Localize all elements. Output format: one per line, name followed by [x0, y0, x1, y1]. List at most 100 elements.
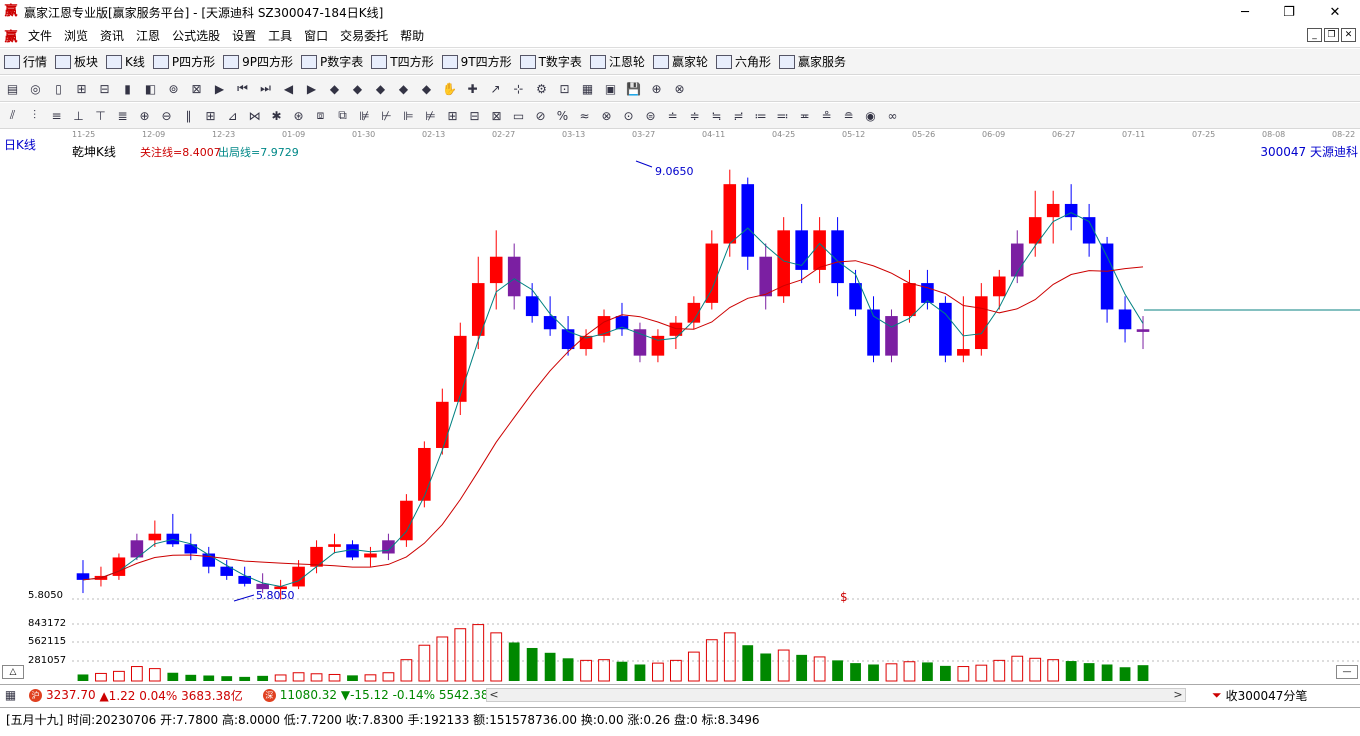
first-icon[interactable]: ⏮ — [234, 80, 251, 97]
collapse-up-button[interactable]: △ — [2, 665, 24, 679]
menu-trade[interactable]: 交易委托 — [334, 27, 394, 44]
menu-window[interactable]: 窗口 — [298, 27, 334, 44]
play-icon[interactable]: ▶ — [211, 80, 228, 97]
hand-icon[interactable]: ✋ — [441, 80, 458, 97]
bar-icon[interactable]: ▮ — [119, 80, 136, 97]
draw-tool-40-icon[interactable]: ∞ — [884, 107, 901, 124]
toolbar-p9-button[interactable]: 9P四方形 — [223, 53, 293, 70]
save-icon[interactable]: 💾 — [625, 80, 642, 97]
draw-tool-26-icon[interactable]: ≈ — [576, 107, 593, 124]
draw-tool-18-icon[interactable]: ⊫ — [400, 107, 417, 124]
draw-tool-37-icon[interactable]: ≗ — [818, 107, 835, 124]
grid2-icon[interactable]: ⊟ — [96, 80, 113, 97]
toolbar-pn-button[interactable]: P数字表 — [301, 53, 363, 70]
doc-icon[interactable]: ▯ — [50, 80, 67, 97]
draw-tool-31-icon[interactable]: ≑ — [686, 107, 703, 124]
diamond-icon[interactable]: ◆ — [326, 80, 343, 97]
toolbar-table-button[interactable]: 行情 — [4, 53, 47, 70]
collect-ticks[interactable]: ⏷ 收300047分笔 — [1212, 687, 1307, 704]
prev-icon[interactable]: ◀ — [280, 80, 297, 97]
draw-tool-10-icon[interactable]: ⊿ — [224, 107, 241, 124]
calendar-icon[interactable]: ⊡ — [556, 80, 573, 97]
draw-tool-12-icon[interactable]: ✱ — [268, 107, 285, 124]
draw-tool-36-icon[interactable]: ≖ — [796, 107, 813, 124]
draw-tool-13-icon[interactable]: ⊛ — [290, 107, 307, 124]
menu-settings[interactable]: 设置 — [226, 27, 262, 44]
draw-tool-35-icon[interactable]: ≕ — [774, 107, 791, 124]
toolbar-gann-wheel-button[interactable]: 江恩轮 — [589, 53, 645, 70]
draw-tool-21-icon[interactable]: ⊟ — [466, 107, 483, 124]
draw-tool-11-icon[interactable]: ⋈ — [246, 107, 263, 124]
crosshair-icon[interactable]: ✚ — [464, 80, 481, 97]
restore-button[interactable]: ❐ — [1266, 0, 1312, 24]
toolbar-t9-button[interactable]: 9T四方形 — [441, 53, 512, 70]
draw-tool-19-icon[interactable]: ⊭ — [422, 107, 439, 124]
draw-tool-39-icon[interactable]: ◉ — [862, 107, 879, 124]
magnet-icon[interactable]: ⊹ — [510, 80, 527, 97]
draw-tool-17-icon[interactable]: ⊬ — [378, 107, 395, 124]
zoom-in-icon[interactable]: ⊕ — [648, 80, 665, 97]
diamond-icon[interactable]: ◆ — [372, 80, 389, 97]
menu-info[interactable]: 资讯 — [94, 27, 130, 44]
draw-tool-8-icon[interactable]: ∥ — [180, 107, 197, 124]
last-icon[interactable]: ⏭ — [257, 80, 274, 97]
menu-formula[interactable]: 公式选股 — [166, 27, 226, 44]
toolbar-kline-button[interactable]: K线 — [106, 53, 145, 70]
draw-tool-14-icon[interactable]: ⧈ — [312, 107, 329, 124]
collapse-right-button[interactable]: — — [1336, 665, 1358, 679]
draw-tool-34-icon[interactable]: ≔ — [752, 107, 769, 124]
next-icon[interactable]: ▶ — [303, 80, 320, 97]
cross-icon[interactable]: ⊠ — [188, 80, 205, 97]
draw-tool-7-icon[interactable]: ⊖ — [158, 107, 175, 124]
sz-index[interactable]: 深 11080.32 ▼-15.12 -0.14% 5542.38 — [262, 688, 489, 702]
scroll-right-button[interactable]: > — [1171, 689, 1185, 701]
close-button[interactable]: ✕ — [1312, 0, 1358, 24]
draw-tool-16-icon[interactable]: ⊯ — [356, 107, 373, 124]
circle-icon[interactable]: ◎ — [27, 80, 44, 97]
panel-icon[interactable]: ◧ — [142, 80, 159, 97]
menu-help[interactable]: 帮助 — [394, 27, 430, 44]
draw-tool-9-icon[interactable]: ⊞ — [202, 107, 219, 124]
draw-tool-3-icon[interactable]: ⊥ — [70, 107, 87, 124]
toolbar-winner-wheel-button[interactable]: 赢家轮 — [652, 53, 708, 70]
draw-tool-38-icon[interactable]: ≘ — [840, 107, 857, 124]
draw-tool-30-icon[interactable]: ≐ — [664, 107, 681, 124]
draw-tool-24-icon[interactable]: ⊘ — [532, 107, 549, 124]
draw-tool-25-icon[interactable]: % — [554, 107, 571, 124]
sh-index[interactable]: 沪 3237.70 ▲1.22 0.04% 3683.38亿 — [29, 687, 243, 704]
toolbar-tn-button[interactable]: T数字表 — [519, 53, 582, 70]
target-icon[interactable]: ⊚ — [165, 80, 182, 97]
draw-tool-1-icon[interactable]: ⫶ — [26, 107, 43, 124]
zoom-out-icon[interactable]: ⊗ — [671, 80, 688, 97]
menu-browse[interactable]: 浏览 — [58, 27, 94, 44]
draw-tool-15-icon[interactable]: ⧉ — [334, 107, 351, 124]
mdi-restore-button[interactable]: ❐ — [1324, 28, 1339, 42]
diamond-icon[interactable]: ◆ — [395, 80, 412, 97]
menu-gann[interactable]: 江恩 — [130, 27, 166, 44]
minimize-button[interactable]: ─ — [1222, 0, 1268, 24]
horizontal-scrollbar[interactable]: < > — [486, 688, 1186, 702]
draw-tool-29-icon[interactable]: ⊜ — [642, 107, 659, 124]
draw-tool-23-icon[interactable]: ▭ — [510, 107, 527, 124]
draw-tool-22-icon[interactable]: ⊠ — [488, 107, 505, 124]
kline-chart[interactable]: 11-25 12-09 12-23 01-09 01-30 02-13 02-27 03-13… — [0, 129, 1360, 682]
toolbar-block-button[interactable]: 板块 — [55, 53, 98, 70]
menu-file[interactable]: 文件 — [22, 27, 58, 44]
draw-tool-0-icon[interactable]: ⫽ — [4, 107, 21, 124]
menu-tools[interactable]: 工具 — [262, 27, 298, 44]
draw-tool-2-icon[interactable]: ≡ — [48, 107, 65, 124]
draw-tool-5-icon[interactable]: ≣ — [114, 107, 131, 124]
diamond-icon[interactable]: ◆ — [418, 80, 435, 97]
draw-tool-27-icon[interactable]: ⊗ — [598, 107, 615, 124]
mdi-close-button[interactable]: ✕ — [1341, 28, 1356, 42]
layout-icon[interactable]: ▤ — [4, 80, 21, 97]
diamond-icon[interactable]: ◆ — [349, 80, 366, 97]
draw-tool-6-icon[interactable]: ⊕ — [136, 107, 153, 124]
draw-tool-4-icon[interactable]: ⊤ — [92, 107, 109, 124]
draw-tool-32-icon[interactable]: ≒ — [708, 107, 725, 124]
draw-tool-20-icon[interactable]: ⊞ — [444, 107, 461, 124]
toolbar-service-button[interactable]: 赢家服务 — [778, 53, 846, 70]
draw-tool-28-icon[interactable]: ⊙ — [620, 107, 637, 124]
toolbar-ps-button[interactable]: P四方形 — [152, 53, 215, 70]
grid-icon[interactable]: ⊞ — [73, 80, 90, 97]
